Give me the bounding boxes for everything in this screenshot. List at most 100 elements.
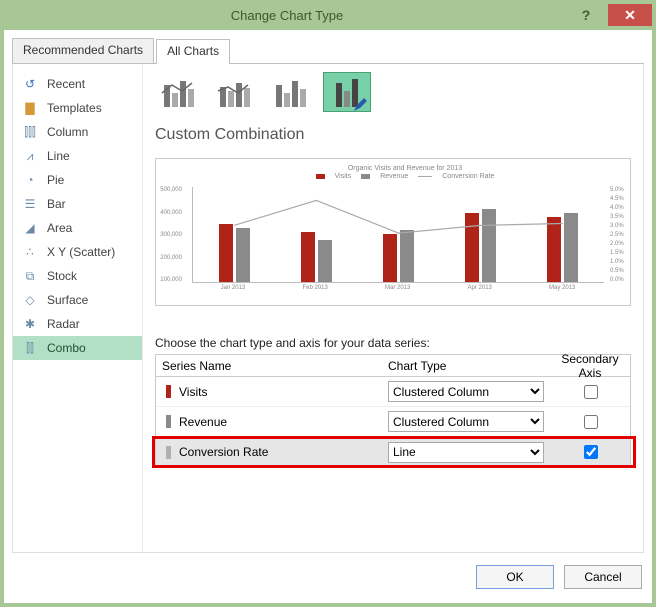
series-row: Visits Clustered Column: [156, 377, 630, 407]
tick: 500,000: [158, 187, 182, 193]
sidebar-label: Templates: [47, 101, 102, 115]
tick: 300,000: [158, 232, 182, 238]
chart-type-select[interactable]: Line: [388, 442, 544, 463]
legend-swatch: [361, 174, 370, 179]
legend-swatch: [316, 174, 325, 179]
sidebar-item-combo[interactable]: ⫿⫿Combo: [13, 336, 142, 360]
sidebar-item-stock[interactable]: ⧉ Stock: [13, 264, 142, 288]
cat: May 2013: [549, 285, 575, 291]
legend-line: [418, 176, 432, 177]
dialog-footer: OK Cancel: [12, 559, 644, 595]
line-icon: ⩘: [21, 149, 39, 163]
tick: 3.5%: [610, 214, 628, 220]
sidebar-label: Combo: [47, 341, 86, 355]
x-axis: Jan 2013 Feb 2013 Mar 2013 Apr 2013 May …: [192, 285, 604, 291]
col-series-name: Series Name: [156, 359, 388, 373]
series-name: Conversion Rate: [179, 445, 268, 459]
tick: 1.0%: [610, 259, 628, 265]
tick: 400,000: [158, 210, 182, 216]
scatter-icon: ∴: [21, 245, 39, 259]
bar-icon: ☰: [21, 197, 39, 211]
y-axis-left: 500,000 400,000 300,000 200,000 100,000: [158, 187, 182, 283]
series-row: Conversion Rate Line: [156, 437, 630, 467]
sidebar-label: Recent: [47, 77, 85, 91]
chart-type-select[interactable]: Clustered Column: [388, 411, 544, 432]
combo-thumb-3[interactable]: [267, 72, 315, 112]
cat: Mar 2013: [385, 285, 410, 291]
sidebar-label: Surface: [47, 293, 88, 307]
thumb-line-icon: [216, 81, 254, 99]
legend-label: Visits: [335, 173, 352, 180]
series-row: Revenue Clustered Column: [156, 407, 630, 437]
sidebar-label: Bar: [47, 197, 66, 211]
sidebar-label: Column: [47, 125, 88, 139]
combo-thumb-2[interactable]: [211, 72, 259, 112]
tab-bar: Recommended Charts All Charts: [12, 38, 644, 64]
tab-recommended[interactable]: Recommended Charts: [12, 38, 154, 63]
sidebar-item-templates[interactable]: ▇Templates: [13, 96, 142, 120]
sidebar-item-area[interactable]: ◢ Area: [13, 216, 142, 240]
series-marker: [166, 415, 171, 428]
cat: Jan 2013: [221, 285, 246, 291]
tick: 2.0%: [610, 241, 628, 247]
tick: 0.5%: [610, 268, 628, 274]
stock-icon: ⧉: [21, 269, 39, 283]
sidebar-item-bar[interactable]: ☰ Bar: [13, 192, 142, 216]
col-secondary-axis: Secondary Axis: [552, 352, 628, 380]
series-heading: Choose the chart type and axis for your …: [155, 336, 631, 350]
chart-title: Organic Visits and Revenue for 2013: [184, 165, 626, 172]
series-name: Revenue: [179, 415, 227, 429]
secondary-axis-checkbox[interactable]: [584, 445, 598, 459]
sidebar-label: Area: [47, 221, 72, 235]
tick: 2.5%: [610, 232, 628, 238]
secondary-axis-checkbox[interactable]: [584, 385, 598, 399]
sidebar-label: Line: [47, 149, 70, 163]
combo-thumb-custom[interactable]: [323, 72, 371, 112]
tick: 1.5%: [610, 250, 628, 256]
pie-icon: ◔: [21, 173, 39, 187]
sidebar-item-scatter[interactable]: ∴X Y (Scatter): [13, 240, 142, 264]
tab-all-charts[interactable]: All Charts: [156, 39, 230, 64]
chart-legend: Visits Revenue Conversion Rate: [184, 173, 626, 180]
combo-thumb-1[interactable]: [155, 72, 203, 112]
chart-type-select[interactable]: Clustered Column: [388, 381, 544, 402]
sidebar-item-recent[interactable]: ↺ Recent: [13, 72, 142, 96]
ok-button[interactable]: OK: [476, 565, 554, 589]
surface-icon: ◇: [21, 293, 39, 307]
series-marker: [166, 446, 171, 459]
col-chart-type: Chart Type: [388, 359, 552, 373]
tick: 100,000: [158, 277, 182, 283]
close-button[interactable]: ✕: [608, 4, 652, 26]
pencil-icon: [354, 97, 368, 111]
tick: 3.0%: [610, 223, 628, 229]
window-title: Change Chart Type: [4, 8, 570, 23]
chart-type-sidebar: ↺Recent ▇Templates ⫿⫿⫿Column ⩘Line ◔Pie …: [13, 64, 143, 552]
sidebar-label: Stock: [47, 269, 77, 283]
series-header: Series Name Chart Type Secondary Axis: [156, 355, 630, 377]
sidebar-label: Radar: [47, 317, 80, 331]
sidebar-item-radar[interactable]: ✱ Radar: [13, 312, 142, 336]
tick: 4.0%: [610, 205, 628, 211]
series-marker: [166, 385, 171, 398]
area-icon: ◢: [21, 221, 39, 235]
sidebar-item-pie[interactable]: ◔ Pie: [13, 168, 142, 192]
sidebar-item-column[interactable]: ⫿⫿⫿Column: [13, 120, 142, 144]
help-button[interactable]: ?: [570, 3, 602, 27]
section-title: Custom Combination: [155, 126, 631, 144]
secondary-axis-checkbox[interactable]: [584, 415, 598, 429]
radar-icon: ✱: [21, 317, 39, 331]
cancel-button[interactable]: Cancel: [564, 565, 642, 589]
tick: 200,000: [158, 255, 182, 261]
recent-icon: ↺: [21, 77, 39, 91]
series-name: Visits: [179, 385, 207, 399]
main-panel: Custom Combination Organic Visits and Re…: [143, 64, 643, 552]
cat: Apr 2013: [468, 285, 492, 291]
tick: 4.5%: [610, 196, 628, 202]
sidebar-label: Pie: [47, 173, 64, 187]
legend-label: Conversion Rate: [442, 173, 494, 180]
plot-area: [192, 187, 604, 283]
titlebar: Change Chart Type ? ✕: [4, 0, 652, 30]
sidebar-item-surface[interactable]: ◇ Surface: [13, 288, 142, 312]
legend-label: Revenue: [380, 173, 408, 180]
sidebar-item-line[interactable]: ⩘ Line: [13, 144, 142, 168]
